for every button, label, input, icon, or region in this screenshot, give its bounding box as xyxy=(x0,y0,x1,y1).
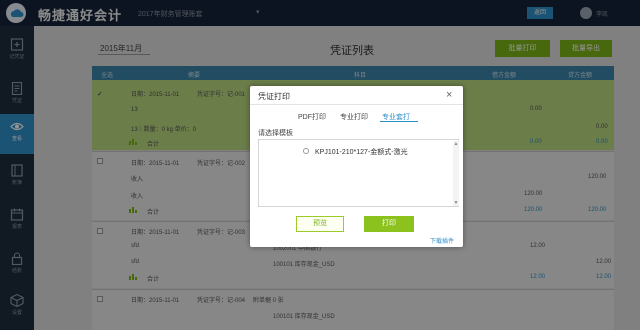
template-label: 请选择模板 xyxy=(258,130,293,137)
scroll-up-icon[interactable]: ▲ xyxy=(453,141,459,147)
print-dialog: 凭证打印 × PDF打印 专业打印 专业套打 请选择模板 KPJ101-210*… xyxy=(250,86,463,247)
template-list[interactable]: KPJ101-210*127-金额式-激光 ▲ ▼ xyxy=(258,139,459,207)
divider xyxy=(250,104,463,105)
dialog-title: 凭证打印 xyxy=(258,92,290,101)
tab-pro-print[interactable]: 专业打印 xyxy=(340,112,368,122)
preview-button[interactable]: 预览 xyxy=(296,216,344,232)
template-radio[interactable] xyxy=(303,148,309,154)
print-button[interactable]: 打印 xyxy=(364,216,414,232)
tab-pdf-print[interactable]: PDF打印 xyxy=(298,112,326,122)
template-option[interactable]: KPJ101-210*127-金额式-激光 xyxy=(315,147,408,157)
download-plugin-link[interactable]: 下载插件 xyxy=(430,236,454,245)
active-tab-indicator xyxy=(380,121,418,122)
close-icon[interactable]: × xyxy=(446,89,452,101)
scroll-down-icon[interactable]: ▼ xyxy=(453,200,459,206)
scrollbar[interactable]: ▲ ▼ xyxy=(453,141,459,206)
